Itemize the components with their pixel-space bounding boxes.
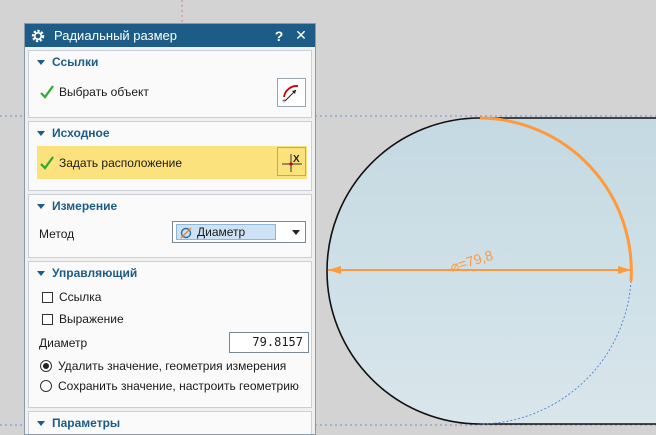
expression-checkbox[interactable] bbox=[42, 313, 53, 325]
method-dropdown[interactable]: Диаметр bbox=[172, 221, 306, 243]
section-driving-title: Управляющий bbox=[52, 266, 138, 280]
section-references: Ссылки Выбрать объект + bbox=[28, 50, 312, 118]
method-row: Метод Диаметр bbox=[29, 217, 311, 251]
help-button[interactable]: ? bbox=[271, 28, 287, 44]
option-keep-radio[interactable] bbox=[40, 380, 52, 392]
select-object-label: Выбрать объект bbox=[59, 85, 149, 99]
expression-checkbox-row[interactable]: Выражение bbox=[29, 308, 311, 330]
collapse-triangle-icon bbox=[37, 270, 45, 276]
reference-checkbox-row[interactable]: Ссылка bbox=[29, 286, 311, 308]
crosshair-location-icon: X bbox=[281, 153, 302, 172]
method-selected: Диаметр bbox=[176, 224, 276, 240]
set-location-row[interactable]: Задать расположение X bbox=[37, 146, 307, 179]
option-remove-radio[interactable] bbox=[40, 360, 52, 372]
dialog-title: Радиальный размер bbox=[54, 28, 177, 43]
checkmark-icon bbox=[39, 155, 55, 171]
checkmark-icon bbox=[39, 84, 55, 100]
option-keep-row[interactable]: Сохранить значение, настроить геометрию bbox=[29, 376, 311, 396]
section-settings-title: Параметры bbox=[52, 416, 121, 430]
gear-icon bbox=[30, 28, 46, 44]
reference-checkbox[interactable] bbox=[42, 291, 53, 303]
reference-checkbox-label: Ссылка bbox=[59, 290, 102, 304]
section-references-header[interactable]: Ссылки bbox=[29, 51, 311, 73]
svg-text:X: X bbox=[293, 154, 300, 165]
radial-dimension-dialog: Радиальный размер ? ✕ Ссылки Выбрать объ… bbox=[24, 23, 316, 435]
section-references-title: Ссылки bbox=[52, 55, 99, 69]
section-settings-header[interactable]: Параметры bbox=[29, 412, 311, 434]
section-measurement-title: Измерение bbox=[52, 199, 118, 213]
section-origin-title: Исходное bbox=[52, 126, 110, 140]
svg-text:+: + bbox=[282, 98, 286, 104]
collapse-triangle-icon bbox=[37, 59, 45, 65]
section-settings: Параметры bbox=[28, 411, 312, 434]
section-measurement-header[interactable]: Измерение bbox=[29, 195, 311, 217]
location-button[interactable]: X bbox=[277, 147, 306, 176]
select-object-row[interactable]: Выбрать объект + bbox=[29, 73, 311, 111]
diameter-label: Диаметр bbox=[39, 336, 88, 350]
method-value: Диаметр bbox=[197, 225, 246, 239]
section-measurement: Измерение Метод Диаметр bbox=[28, 194, 312, 258]
option-remove-label: Удалить значение, геометрия измерения bbox=[58, 359, 287, 373]
collapse-triangle-icon bbox=[37, 420, 45, 426]
diameter-icon bbox=[180, 227, 192, 239]
arc-selection-icon: + bbox=[282, 84, 298, 104]
method-label: Метод bbox=[39, 227, 75, 241]
collapse-triangle-icon bbox=[37, 203, 45, 209]
diameter-input[interactable]: 79.8157 bbox=[229, 332, 309, 353]
dialog-titlebar[interactable]: Радиальный размер ? ✕ bbox=[25, 24, 315, 47]
section-origin: Исходное Задать расположение X bbox=[28, 121, 312, 191]
section-driving-header[interactable]: Управляющий bbox=[29, 262, 311, 284]
option-remove-row[interactable]: Удалить значение, геометрия измерения bbox=[29, 356, 311, 376]
diameter-row: Диаметр 79.8157 bbox=[29, 330, 311, 356]
expression-checkbox-label: Выражение bbox=[59, 312, 124, 326]
chevron-down-icon bbox=[292, 229, 300, 235]
select-arc-button[interactable]: + bbox=[277, 78, 306, 107]
section-origin-header[interactable]: Исходное bbox=[29, 122, 311, 144]
collapse-triangle-icon bbox=[37, 130, 45, 136]
option-keep-label: Сохранить значение, настроить геометрию bbox=[58, 379, 299, 393]
section-driving: Управляющий Ссылка Выражение Диаметр 79.… bbox=[28, 261, 312, 408]
close-button[interactable]: ✕ bbox=[293, 27, 309, 44]
set-location-label: Задать расположение bbox=[59, 155, 183, 170]
